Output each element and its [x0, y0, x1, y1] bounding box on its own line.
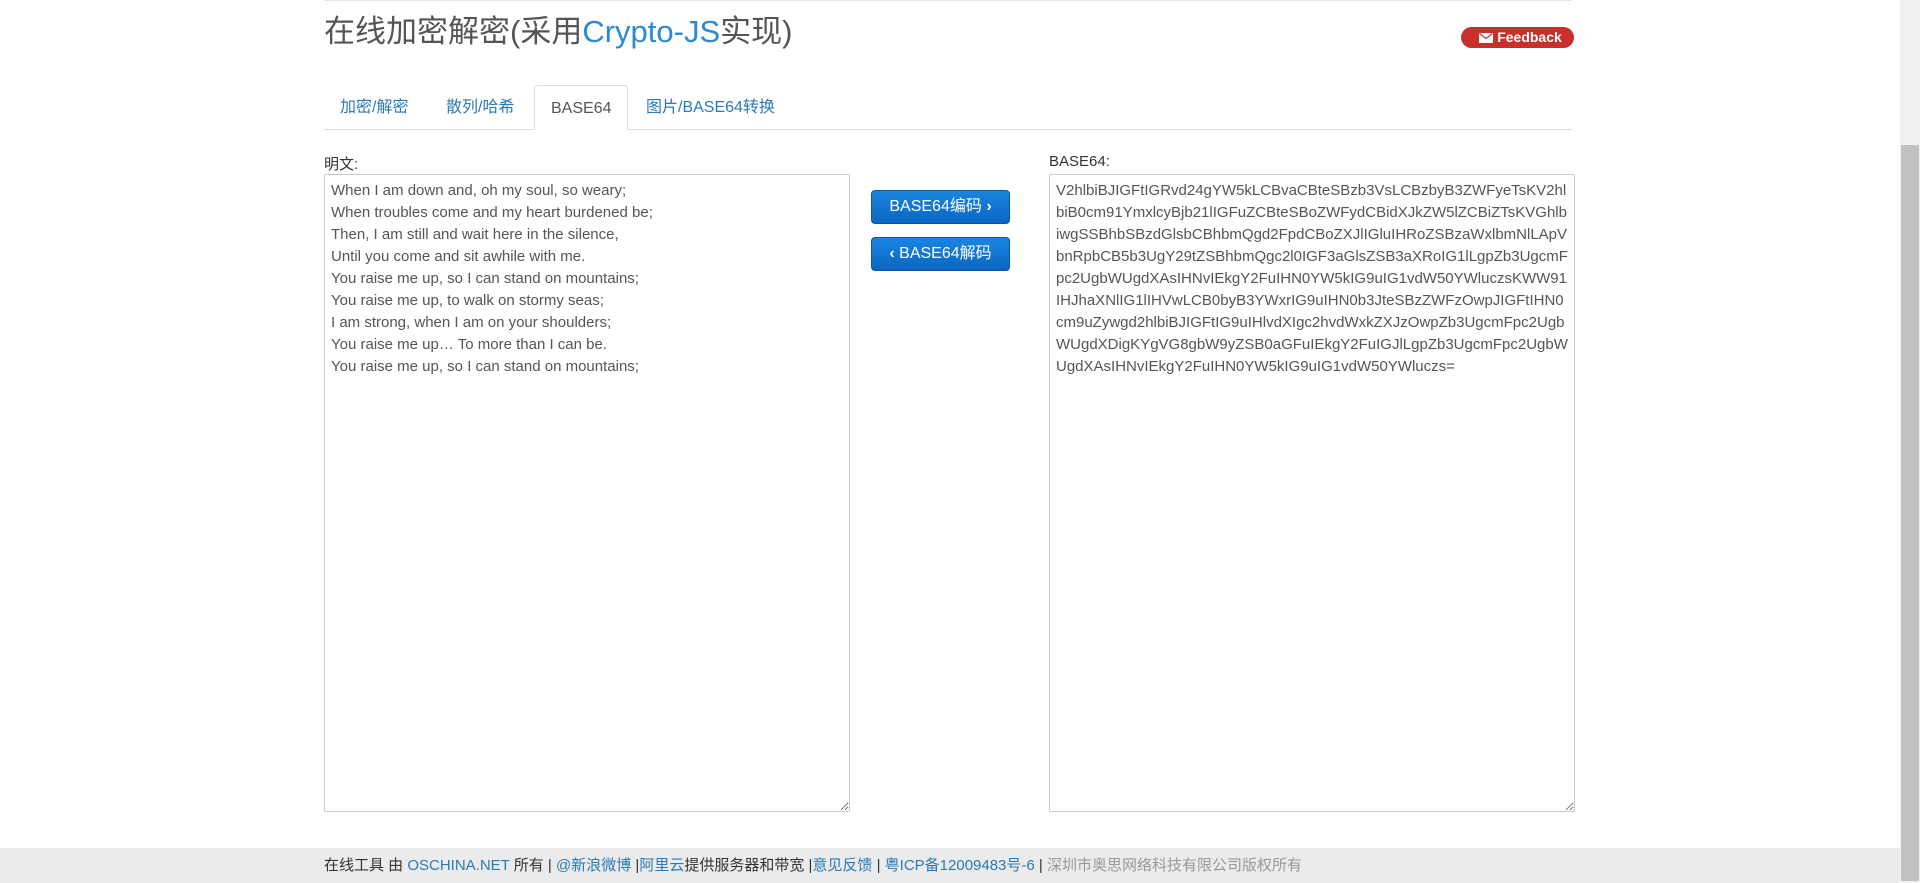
title-prefix: 在线加密解密(采用	[324, 14, 583, 49]
tab-hash[interactable]: 散列/哈希	[430, 85, 530, 130]
plaintext-label: 明文:	[324, 156, 359, 173]
base64-decode-button[interactable]: ‹ BASE64解码	[871, 237, 1010, 271]
feedback-label: Feedback	[1497, 29, 1562, 45]
chevron-right-icon: ›	[986, 198, 992, 215]
footer: 在线工具 由 OSCHINA.NET 所有 | @新浪微博 | 阿里云提供服务器和…	[0, 848, 1920, 883]
footer-aliyun-text: 提供服务器和带宽 |	[684, 857, 813, 874]
title-suffix: 实现)	[720, 14, 793, 49]
tab-bar: 加密/解密 散列/哈希 BASE64 图片/BASE64转换	[324, 85, 1572, 130]
base64-encode-button[interactable]: BASE64编码 ›	[871, 190, 1010, 224]
tab-encrypt-decrypt[interactable]: 加密/解密	[324, 85, 424, 130]
page-title: 在线加密解密(采用Crypto-JS实现)	[324, 12, 792, 52]
copyright-text: 深圳市奥思网络科技有限公司版权所有	[1046, 857, 1302, 874]
aliyun-link[interactable]: 阿里云	[639, 857, 684, 874]
oschina-link[interactable]: OSCHINA.NET	[407, 857, 509, 874]
title-brand: Crypto-JS	[582, 14, 721, 49]
base64-output[interactable]: V2hlbiBJIGFtIGRvd24gYW5kLCBvaCBteSBzb3Vs…	[1049, 174, 1575, 812]
base64-label: BASE64:	[1049, 153, 1110, 170]
weibo-link[interactable]: @新浪微博	[556, 857, 631, 874]
footer-sep: |	[1034, 857, 1047, 874]
decode-label: BASE64解码	[899, 245, 992, 262]
scrollbar-thumb[interactable]	[1901, 145, 1919, 881]
icp-link[interactable]: 粤ICP备12009483号-6	[885, 857, 1035, 874]
plaintext-input[interactable]: When I am down and, oh my soul, so weary…	[324, 174, 850, 812]
feedback-button[interactable]: Feedback	[1461, 27, 1574, 48]
chevron-left-icon: ‹	[889, 245, 895, 262]
tab-base64[interactable]: BASE64	[534, 85, 629, 130]
feedback-link[interactable]: 意见反馈	[812, 857, 872, 874]
encode-label: BASE64编码	[889, 198, 982, 215]
envelope-icon	[1479, 33, 1494, 43]
footer-owner: 所有 |	[509, 857, 556, 874]
page: 在线加密解密(采用Crypto-JS实现) Feedback 加密/解密 散列/…	[0, 0, 1920, 883]
top-divider	[324, 0, 1572, 1]
footer-sep: |	[872, 857, 885, 874]
footer-text: 在线工具 由 OSCHINA.NET 所有 | @新浪微博 | 阿里云提供服务器和…	[324, 856, 1302, 876]
footer-prefix: 在线工具 由	[324, 857, 408, 874]
tab-image-base64[interactable]: 图片/BASE64转换	[630, 85, 791, 130]
